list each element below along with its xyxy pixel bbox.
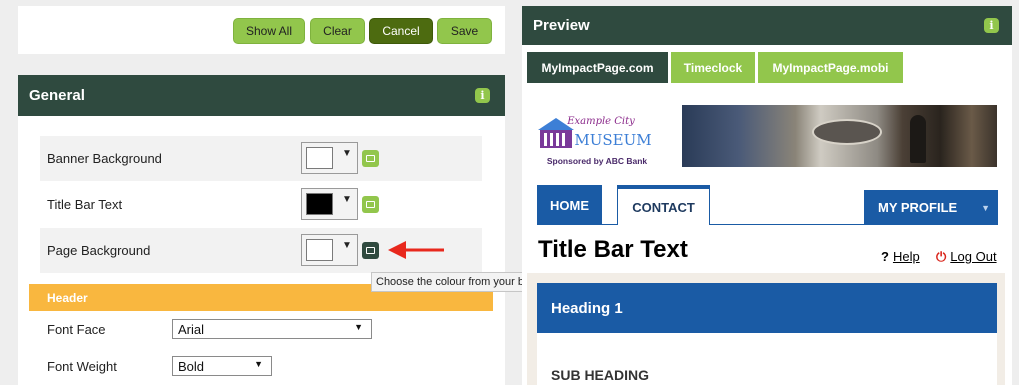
page-background-color-picker[interactable]: ▼ bbox=[301, 234, 358, 266]
general-panel-title: General bbox=[29, 87, 85, 104]
red-arrow-icon bbox=[388, 241, 444, 259]
image-icon[interactable] bbox=[362, 242, 379, 259]
action-toolbar: Show All Clear Cancel Save bbox=[18, 6, 505, 54]
help-label: Help bbox=[892, 249, 920, 264]
nav-contact[interactable]: CONTACT bbox=[617, 185, 710, 225]
logout-label: Log Out bbox=[950, 249, 997, 264]
general-panel-header: General i bbox=[18, 75, 505, 116]
clear-button[interactable]: Clear bbox=[310, 18, 365, 44]
image-icon[interactable] bbox=[362, 196, 379, 213]
logo-line1: Example City bbox=[566, 116, 635, 127]
caret-down-icon: ▼ bbox=[354, 322, 363, 332]
help-link[interactable]: ? Help bbox=[881, 249, 920, 264]
nav-my-profile[interactable]: MY PROFILE ▼ bbox=[864, 190, 998, 225]
font-face-select[interactable]: Arial ▼ bbox=[172, 319, 372, 339]
preview-panel: Preview i MyImpactPage.com Timeclock MyI… bbox=[522, 6, 1012, 385]
nav-home[interactable]: HOME bbox=[537, 185, 602, 225]
show-all-button[interactable]: Show All bbox=[233, 18, 305, 44]
caret-down-icon: ▼ bbox=[342, 148, 352, 159]
power-icon: ⏻ bbox=[936, 249, 947, 264]
preview-panel-title: Preview bbox=[533, 17, 590, 34]
caret-down-icon: ▼ bbox=[981, 203, 990, 213]
cancel-button[interactable]: Cancel bbox=[369, 18, 433, 44]
banner-background-row: Banner Background ▼ bbox=[40, 136, 482, 181]
tab-myimpactpage-mobi[interactable]: MyImpactPage.mobi bbox=[758, 52, 903, 83]
preview-content-area: Heading 1 SUB HEADING bbox=[527, 273, 1005, 385]
image-icon[interactable] bbox=[362, 150, 379, 167]
general-panel: General i Banner Background ▼ Title Bar … bbox=[18, 75, 505, 385]
page-background-label: Page Background bbox=[47, 243, 151, 258]
font-weight-select[interactable]: Bold ▼ bbox=[172, 356, 272, 376]
banner-background-color-picker[interactable]: ▼ bbox=[301, 142, 358, 174]
tab-timeclock[interactable]: Timeclock bbox=[671, 52, 755, 83]
nav-my-profile-label: MY PROFILE bbox=[878, 200, 958, 215]
font-weight-value: Bold bbox=[178, 358, 205, 374]
banner-image bbox=[682, 105, 997, 167]
preview-sub-heading: SUB HEADING bbox=[551, 367, 650, 383]
preview-navbar: HOME CONTACT MY PROFILE ▼ bbox=[537, 185, 998, 225]
info-icon[interactable]: i bbox=[475, 88, 490, 103]
preview-panel-header: Preview i bbox=[522, 6, 1012, 45]
caret-down-icon: ▼ bbox=[342, 194, 352, 205]
logout-link[interactable]: ⏻ Log Out bbox=[936, 249, 997, 265]
museum-logo: Example City MUSEUM Sponsored by ABC Ban… bbox=[538, 116, 652, 166]
banner-background-label: Banner Background bbox=[47, 151, 162, 166]
preview-title-bar-text: Title Bar Text bbox=[538, 236, 688, 263]
title-bar-text-color-picker[interactable]: ▼ bbox=[301, 188, 358, 220]
preview-sub-area: SUB HEADING bbox=[537, 333, 997, 385]
preview-tabs: MyImpactPage.com Timeclock MyImpactPage.… bbox=[527, 52, 906, 83]
logo-line2: MUSEUM bbox=[574, 131, 651, 149]
title-bar-text-row: Title Bar Text ▼ bbox=[40, 182, 482, 227]
help-icon: ? bbox=[881, 249, 889, 264]
caret-down-icon: ▼ bbox=[254, 359, 263, 369]
caret-down-icon: ▼ bbox=[342, 240, 352, 251]
color-swatch bbox=[306, 193, 333, 215]
font-face-value: Arial bbox=[178, 321, 205, 337]
info-icon[interactable]: i bbox=[984, 18, 999, 33]
color-swatch bbox=[306, 147, 333, 169]
logo-line3: Sponsored by ABC Bank bbox=[547, 156, 648, 166]
font-face-label: Font Face bbox=[47, 322, 106, 337]
font-weight-label: Font Weight bbox=[47, 359, 117, 374]
title-bar-text-label: Title Bar Text bbox=[47, 197, 123, 212]
color-swatch bbox=[306, 239, 333, 261]
tab-myimpactpage-com[interactable]: MyImpactPage.com bbox=[527, 52, 668, 83]
save-button[interactable]: Save bbox=[437, 18, 492, 44]
preview-heading-1: Heading 1 bbox=[537, 283, 997, 333]
